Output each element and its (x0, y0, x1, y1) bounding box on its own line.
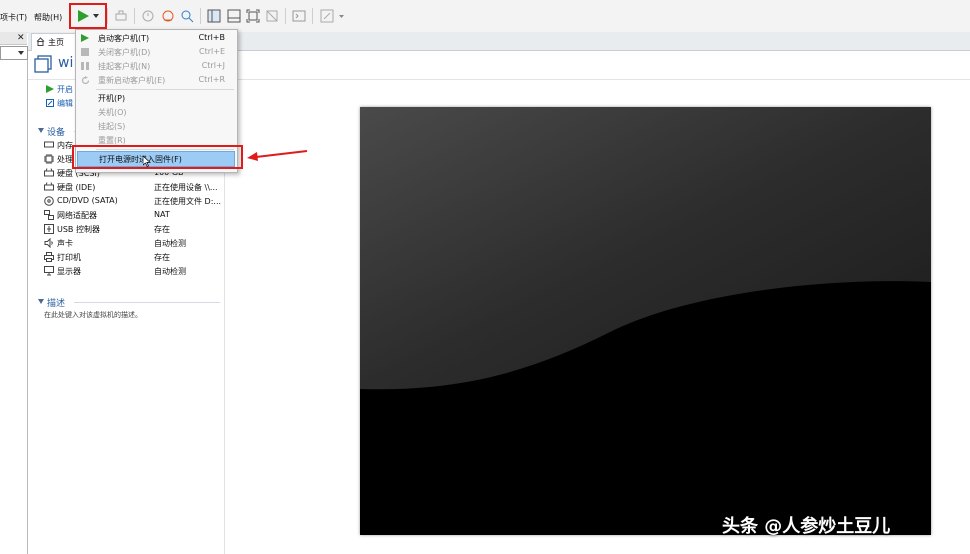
menu-item-shutdown-guest[interactable]: 关闭客户机(D) Ctrl+E (76, 45, 237, 59)
device-row-printer[interactable]: 打印机 存在 (44, 251, 224, 263)
network-icon (44, 210, 54, 220)
vm-preview-graphic (360, 107, 931, 390)
collapse-triangle-icon (38, 299, 44, 304)
edit-vm-settings-label: 编辑 (57, 99, 73, 108)
menu-item-shortcut: Ctrl+B (198, 33, 225, 42)
vm-preview-screen[interactable] (360, 107, 931, 535)
device-name: CD/DVD (SATA) (57, 196, 118, 205)
device-row-network[interactable]: 网络适配器 NAT (44, 209, 224, 221)
vm-icon (34, 55, 52, 73)
menu-tabs[interactable]: 项卡(T) (0, 12, 27, 23)
devices-section-title: 设备 (47, 128, 66, 138)
device-name: 硬盘 (IDE) (57, 183, 96, 192)
menu-item-label: 关闭客户机(D) (98, 48, 151, 57)
vm-title: wi (58, 55, 74, 71)
cd-dvd-icon (44, 196, 54, 206)
toolbar-separator (285, 8, 286, 24)
snapshot-icon[interactable] (141, 9, 155, 23)
play-icon (81, 34, 89, 42)
sidebar-view-icon[interactable] (207, 9, 221, 23)
usb-icon (44, 224, 54, 234)
device-name: 内存 (57, 141, 73, 150)
device-value: 存在 (154, 225, 170, 234)
close-icon[interactable]: ✕ (17, 33, 25, 43)
device-value: NAT (154, 210, 170, 219)
device-name: 处理 (57, 155, 73, 164)
chevron-down-icon[interactable] (339, 15, 344, 18)
play-icon (46, 85, 54, 93)
menu-item-power-off[interactable]: 关机(O) (76, 105, 237, 119)
device-value: 正在使用文件 D:... (154, 197, 222, 206)
collapse-triangle-icon (38, 128, 44, 133)
device-name: 打印机 (57, 253, 81, 262)
stretch-view-icon[interactable] (320, 9, 334, 23)
device-name: 网络适配器 (57, 211, 97, 220)
annotation-box-firmware (72, 145, 243, 169)
power-on-vm-label: 开启 (57, 85, 73, 94)
edit-icon (46, 99, 54, 107)
device-value: 存在 (154, 253, 170, 262)
description-section-title: 描述 (47, 299, 66, 309)
menu-item-label: 启动客户机(T) (98, 34, 150, 43)
home-icon (36, 37, 45, 46)
hard-disk-icon (44, 182, 54, 191)
device-name: 声卡 (57, 239, 73, 248)
device-value: 正在使用设备 \\... (154, 183, 218, 192)
pause-icon (81, 62, 89, 70)
chevron-down-icon[interactable] (18, 49, 24, 57)
menu-item-label: 重新启动客户机(E) (98, 76, 166, 85)
toolbar-separator (107, 8, 108, 24)
device-row-hard-disk-ide[interactable]: 硬盘 (IDE) 正在使用设备 \\... (44, 181, 224, 193)
printer-icon (44, 252, 54, 262)
tab-home-label: 主页 (48, 38, 64, 47)
thumbnail-view-icon[interactable] (227, 9, 241, 23)
snapshot-manager-icon[interactable] (180, 9, 194, 23)
menu-separator (96, 89, 234, 90)
device-value: 自动检测 (154, 267, 186, 276)
device-row-usb[interactable]: USB 控制器 存在 (44, 223, 224, 235)
menu-item-suspend-guest[interactable]: 挂起客户机(N) Ctrl+J (76, 59, 237, 73)
menu-item-shortcut: Ctrl+R (198, 75, 226, 84)
hard-disk-icon (44, 168, 54, 177)
annotation-box-play (69, 3, 107, 29)
menu-help[interactable]: 帮助(H) (34, 12, 62, 23)
restart-icon (81, 76, 90, 85)
menu-item-restart-guest[interactable]: 重新启动客户机(E) Ctrl+R (76, 73, 237, 87)
device-name: USB 控制器 (57, 225, 100, 234)
watermark: 头条 @人参炒土豆儿 (722, 516, 891, 537)
menu-item-suspend[interactable]: 挂起(S) (76, 119, 237, 133)
annotation-arrow (247, 150, 308, 161)
menu-item-label: 开机(P) (98, 94, 126, 103)
stop-icon (81, 48, 89, 56)
menu-item-start-guest[interactable]: 启动客户机(T) Ctrl+B (76, 31, 237, 45)
menu-item-label: 挂起(S) (98, 122, 126, 131)
toolbar-separator (312, 8, 313, 24)
monitor-icon (44, 266, 54, 276)
device-row-sound[interactable]: 声卡 自动检测 (44, 237, 224, 249)
send-keys-icon[interactable] (114, 9, 128, 23)
toolbar-separator (200, 8, 201, 24)
unity-icon[interactable] (265, 9, 279, 23)
memory-icon (44, 141, 54, 148)
sound-icon (44, 238, 53, 248)
device-row-cd-dvd[interactable]: CD/DVD (SATA) 正在使用文件 D:... (44, 195, 224, 207)
divider (74, 302, 220, 303)
description-text[interactable]: 在此处键入对该虚拟机的描述。 (44, 310, 142, 320)
menu-item-power-on[interactable]: 开机(P) (76, 91, 237, 105)
fullscreen-icon[interactable] (246, 9, 260, 23)
device-row-monitor[interactable]: 显示器 自动检测 (44, 265, 224, 277)
menu-item-shortcut: Ctrl+E (199, 47, 225, 56)
processor-icon (44, 154, 54, 164)
console-icon[interactable] (292, 9, 306, 23)
menu-item-shortcut: Ctrl+J (201, 61, 225, 70)
menu-item-label: 挂起客户机(N) (98, 62, 151, 71)
menu-item-label: 关机(O) (98, 108, 127, 117)
device-name: 显示器 (57, 267, 81, 276)
library-tree[interactable] (0, 60, 28, 554)
toolbar-separator (134, 8, 135, 24)
revert-snapshot-icon[interactable] (161, 9, 175, 23)
device-value: 自动检测 (154, 239, 186, 248)
